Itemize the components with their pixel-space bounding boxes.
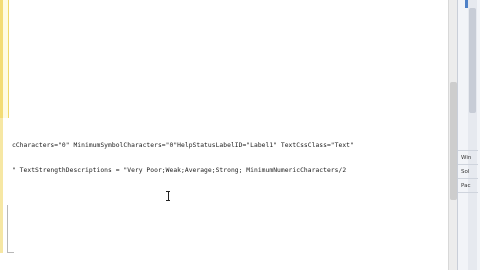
code-editor[interactable]: cCharacters="0" MinimumSymbolCharacters=… bbox=[0, 0, 456, 270]
panel-divider bbox=[458, 192, 478, 193]
panel-item-label[interactable]: Sol bbox=[461, 169, 479, 175]
panel-divider bbox=[458, 164, 478, 165]
outline-collapse-end bbox=[7, 252, 14, 253]
outline-collapse-line bbox=[7, 205, 8, 253]
code-line[interactable]: " TextStrengthDescriptions = "Very Poor;… bbox=[12, 167, 454, 175]
change-indicator-bar-lower bbox=[0, 118, 3, 253]
side-panel: Win Sol Pac bbox=[457, 0, 480, 270]
panel-item-label[interactable]: Win bbox=[461, 155, 479, 161]
text-cursor-icon bbox=[166, 191, 170, 201]
code-line[interactable]: cCharacters="0" MinimumSymbolCharacters=… bbox=[12, 142, 454, 150]
panel-divider bbox=[458, 150, 478, 151]
panel-scrollbar-thumb[interactable] bbox=[469, 8, 476, 113]
scrollbar-thumb[interactable] bbox=[450, 82, 457, 200]
panel-item-label[interactable]: Pac bbox=[461, 183, 479, 189]
panel-divider bbox=[458, 178, 478, 179]
screen: cCharacters="0" MinimumSymbolCharacters=… bbox=[0, 0, 480, 270]
panel-scrollbar[interactable] bbox=[468, 0, 477, 270]
change-indicator-bar bbox=[0, 0, 3, 118]
